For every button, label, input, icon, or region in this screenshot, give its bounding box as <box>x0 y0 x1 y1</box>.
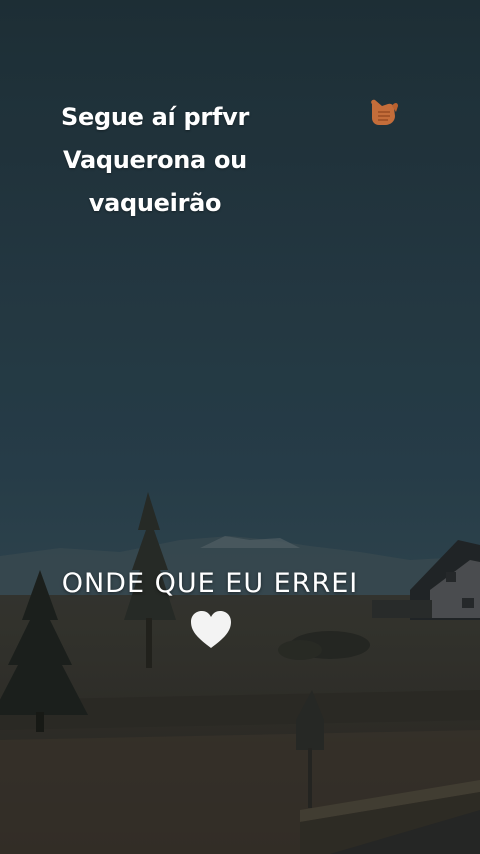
video-frame: Segue aí prfvr Vaquerona ou vaqueirão ON… <box>0 0 480 854</box>
caption-line-1: Segue aí prfvr <box>61 103 249 131</box>
overlay-caption-middle: ONDE QUE EU ERREI <box>61 568 359 599</box>
call-me-hand-icon <box>371 99 398 125</box>
overlay-caption-top: Segue aí prfvr Vaquerona ou vaqueirão <box>35 96 275 225</box>
white-heart-icon <box>191 611 231 648</box>
caption-line-3: vaqueirão <box>88 189 222 217</box>
caption-line-2: Vaquerona ou <box>63 146 247 174</box>
